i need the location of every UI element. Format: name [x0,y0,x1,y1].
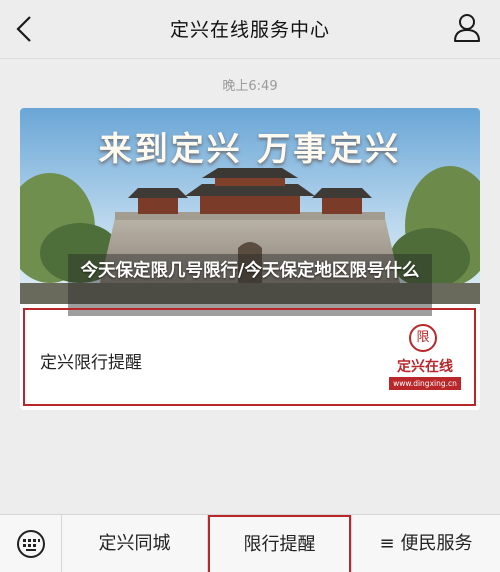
overlay-caption: 今天保定限几号限行/今天保定地区限号什么 [80,261,420,281]
menu-item-label: 便民服务 [400,533,473,554]
menu-list-icon: ≡ [379,533,395,554]
logo-url: www.dingxing.cn [389,377,461,390]
chevron-left-icon [16,16,31,42]
article-card[interactable]: 来到定兴 万事定兴 今天保定限几号限行/今天保定地区限号什么 定兴限行提醒 限 … [20,108,480,410]
message-timestamp: 晚上6:49 [222,79,278,94]
menu-item-traffic-restriction[interactable]: 限行提醒 [208,515,351,572]
bottom-menu-bar: 定兴同城 限行提醒 ≡ 便民服务 [0,514,500,572]
logo-name: 定兴在线 [397,359,453,375]
logo-seal: 限 [409,324,437,352]
top-nav-bar: 定兴在线服务中心 [0,0,500,59]
profile-button[interactable] [452,12,482,44]
keyboard-toggle-button[interactable] [0,515,62,572]
banner-slogan: 来到定兴 万事定兴 [98,129,402,168]
dingxing-logo: 限 定兴在线 www.dingxing.cn [385,320,465,400]
menu-item-services[interactable]: ≡ 便民服务 [351,515,500,572]
keyboard-icon [17,530,45,558]
back-button[interactable] [10,12,40,46]
menu-item-tongcheng[interactable]: 定兴同城 [62,515,208,572]
menu-item-label: 定兴同城 [98,533,171,554]
menu-item-label: 限行提醒 [243,534,316,555]
page-title: 定兴在线服务中心 [169,19,330,41]
article-title: 定兴限行提醒 [40,353,142,373]
user-icon [454,14,480,42]
